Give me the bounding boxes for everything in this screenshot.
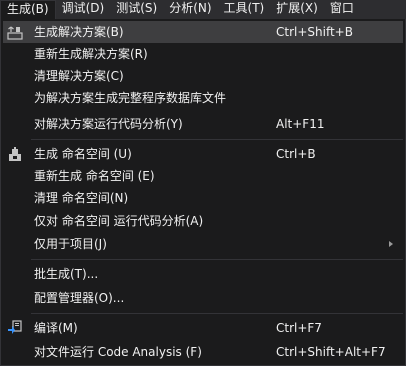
- compile-icon: [7, 320, 23, 336]
- menu-item-label: 生成解决方案(B): [34, 25, 124, 39]
- menu-item-label: 配置管理器(O)...: [34, 291, 125, 305]
- build-solution-icon: [7, 24, 23, 40]
- menu-debug[interactable]: 调试(D): [56, 0, 111, 19]
- menu-item-run-code-analysis-file[interactable]: 对文件运行 Code Analysis (F) Ctrl+Shift+Alt+F…: [3, 341, 403, 363]
- menu-item-shortcut: Ctrl+B: [276, 147, 316, 161]
- build-menu-dropdown: 生成解决方案(B) Ctrl+Shift+B 重新生成解决方案(R) 清理解决方…: [0, 19, 406, 366]
- menu-item-run-code-analysis-project[interactable]: 仅对 命名空间 运行代码分析(A): [3, 210, 403, 232]
- menu-item-label: 为解决方案生成完整程序数据库文件: [34, 91, 227, 105]
- menu-item-label: 重新生成解决方案(R): [34, 47, 148, 61]
- menu-item-rebuild-solution[interactable]: 重新生成解决方案(R): [3, 43, 403, 65]
- menu-item-configuration-manager[interactable]: 配置管理器(O)...: [3, 287, 403, 309]
- menu-separator: [31, 259, 403, 260]
- menu-item-label: 对文件运行 Code Analysis (F): [34, 345, 202, 359]
- menu-item-label: 清理 命名空间(N): [34, 191, 129, 205]
- submenu-arrow-icon: [389, 241, 393, 247]
- menu-item-compile[interactable]: 编译(M) Ctrl+F7: [3, 317, 403, 339]
- menu-item-shortcut: Ctrl+Shift+Alt+F7: [276, 345, 386, 359]
- menu-item-run-code-analysis-solution[interactable]: 对解决方案运行代码分析(Y) Alt+F11: [3, 113, 403, 135]
- visual-studio-menu-screen: 生成(B) 调试(D) 测试(S) 分析(N) 工具(T) 扩展(X) 窗口 生…: [0, 0, 406, 366]
- menu-item-shortcut: Ctrl+F7: [276, 321, 322, 335]
- menu-item-label: 生成 命名空间 (U): [34, 147, 132, 161]
- menu-item-label: 仅对 命名空间 运行代码分析(A): [34, 214, 204, 228]
- menu-separator: [31, 139, 403, 140]
- menu-item-clean-project[interactable]: 清理 命名空间(N): [3, 187, 403, 209]
- menu-bar: 生成(B) 调试(D) 测试(S) 分析(N) 工具(T) 扩展(X) 窗口: [0, 0, 406, 19]
- menu-window[interactable]: 窗口: [324, 0, 360, 19]
- menu-item-label: 对解决方案运行代码分析(Y): [34, 117, 183, 131]
- menu-item-label: 仅用于项目(J): [34, 237, 107, 251]
- menu-item-build-solution[interactable]: 生成解决方案(B) Ctrl+Shift+B: [3, 21, 403, 43]
- menu-test[interactable]: 测试(S): [110, 0, 163, 19]
- menu-item-shortcut: Ctrl+Shift+B: [276, 25, 353, 39]
- menu-tools[interactable]: 工具(T): [218, 0, 271, 19]
- menu-build[interactable]: 生成(B): [0, 0, 56, 19]
- menu-extensions[interactable]: 扩展(X): [270, 0, 324, 19]
- menu-item-label: 编译(M): [34, 321, 78, 335]
- menu-item-shortcut: Alt+F11: [276, 117, 325, 131]
- build-project-icon: [7, 146, 23, 162]
- menu-item-label: 清理解决方案(C): [34, 69, 124, 83]
- menu-item-rebuild-project[interactable]: 重新生成 命名空间 (E): [3, 165, 403, 187]
- menu-item-label: 批生成(T)...: [34, 267, 99, 281]
- menu-item-batch-build[interactable]: 批生成(T)...: [3, 263, 403, 285]
- menu-item-generate-pdb[interactable]: 为解决方案生成完整程序数据库文件: [3, 87, 403, 109]
- menu-item-clean-solution[interactable]: 清理解决方案(C): [3, 65, 403, 87]
- menu-item-label: 重新生成 命名空间 (E): [34, 169, 155, 183]
- menu-separator: [31, 313, 403, 314]
- menu-item-project-only[interactable]: 仅用于项目(J): [3, 233, 403, 255]
- menu-analyze[interactable]: 分析(N): [163, 0, 217, 19]
- menu-item-build-project[interactable]: 生成 命名空间 (U) Ctrl+B: [3, 143, 403, 165]
